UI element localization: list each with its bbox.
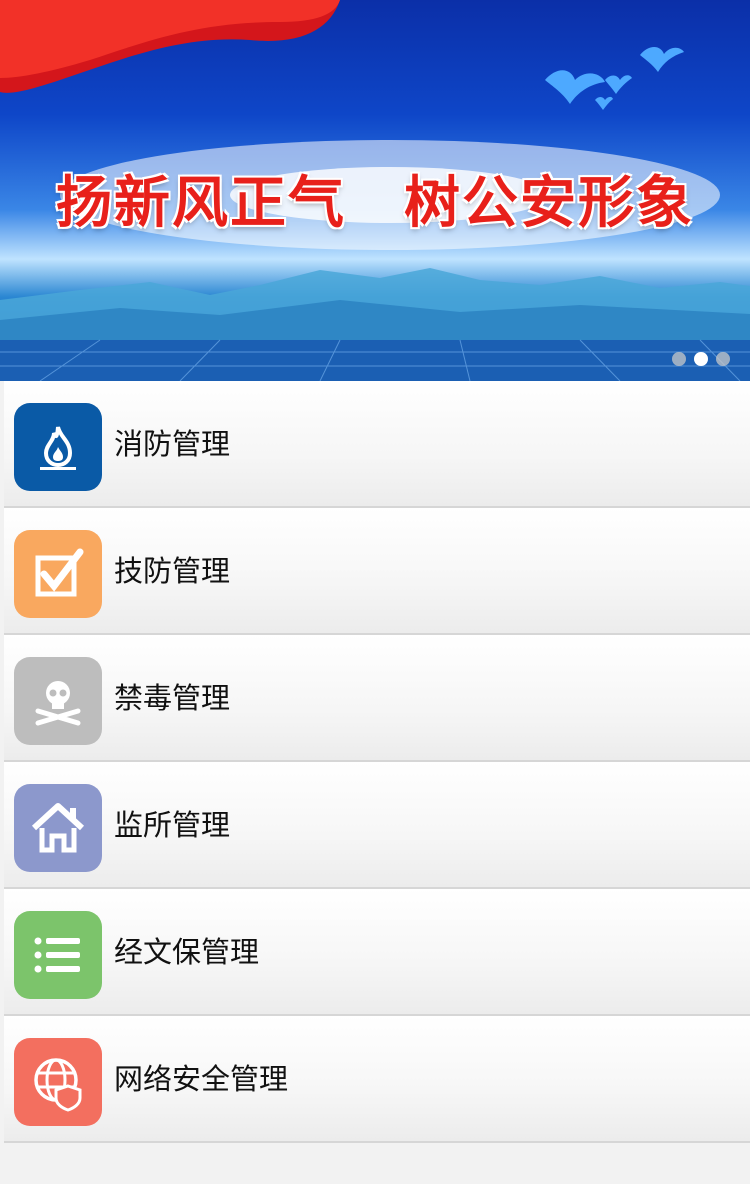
menu-item-network-security-management[interactable]: 网络安全管理 [4,1016,750,1143]
menu-item-fire-management[interactable]: 消防管理 [4,381,750,508]
menu-item-anti-drug-management[interactable]: 禁毒管理 [4,635,750,762]
menu-item-label: 禁毒管理 [114,681,231,715]
banner-slogan: 扬新风正气 树公安形象 [56,171,694,236]
carousel-dot-3[interactable] [716,352,730,366]
carousel-indicator[interactable] [672,352,730,366]
menu-item-detention-management[interactable]: 监所管理 [4,762,750,889]
menu-item-label: 经文保管理 [114,935,260,969]
carousel-dot-2[interactable] [694,352,708,366]
house-icon [14,784,102,872]
list-icon [14,911,102,999]
menu-item-label: 监所管理 [114,808,231,842]
banner-carousel[interactable]: 扬新风正气 树公安形象 [0,0,750,381]
menu-item-tech-defense-management[interactable]: 技防管理 [4,508,750,635]
management-menu: 消防管理 技防管理 禁毒管理 监所管理 经文保管理 网络安全管理 [0,381,750,1143]
flame-icon [14,403,102,491]
menu-item-label: 技防管理 [114,554,231,588]
menu-item-label: 网络安全管理 [114,1062,289,1096]
menu-item-economic-culture-security-management[interactable]: 经文保管理 [4,889,750,1016]
skull-crossbones-icon [14,657,102,745]
carousel-dot-1[interactable] [672,352,686,366]
globe-shield-icon [14,1038,102,1126]
menu-item-label: 消防管理 [114,427,231,461]
checkbox-icon [14,530,102,618]
